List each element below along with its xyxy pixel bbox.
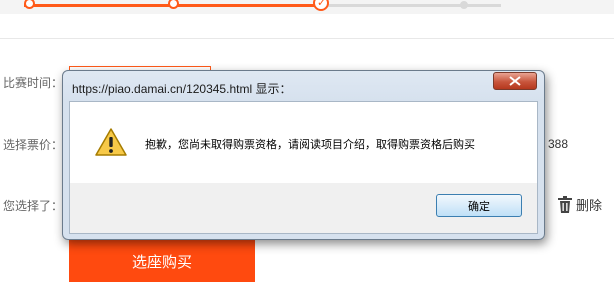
step-dot-2 (168, 0, 179, 9)
seat-purchase-button[interactable]: 选座购买 (69, 240, 255, 282)
dialog-close-button[interactable] (493, 72, 537, 90)
progress-line-todo (321, 4, 501, 7)
check-icon: ✓ (317, 0, 327, 9)
progress-steps: ✓ (0, 0, 614, 14)
price-option-388[interactable]: 388 (548, 137, 568, 151)
dialog-body: 抱歉，您尚未取得购票资格，请阅读项目介绍，取得购票资格后购买 (69, 101, 538, 183)
step-dot-1 (24, 0, 35, 9)
dialog-footer: 确定 (69, 183, 538, 234)
trash-icon (558, 195, 572, 213)
alert-dialog: https://piao.damai.cn/120345.html 显示： 抱歉… (62, 70, 545, 240)
warning-icon (95, 128, 127, 156)
delete-label: 删除 (576, 198, 603, 213)
step-dot-current: ✓ (313, 0, 329, 11)
dialog-title: https://piao.damai.cn/120345.html 显示： (72, 82, 292, 96)
label-selected: 您选择了： (3, 199, 64, 213)
delete-button[interactable]: 删除 (557, 195, 602, 214)
close-icon (509, 76, 521, 86)
divider (0, 38, 614, 39)
step-dot-4 (460, 1, 468, 9)
ok-button[interactable]: 确定 (436, 194, 522, 217)
label-price: 选择票价： (3, 138, 64, 152)
label-date: 比赛时间： (3, 76, 64, 90)
dialog-message: 抱歉，您尚未取得购票资格，请阅读项目介绍，取得购票资格后购买 (145, 138, 475, 151)
